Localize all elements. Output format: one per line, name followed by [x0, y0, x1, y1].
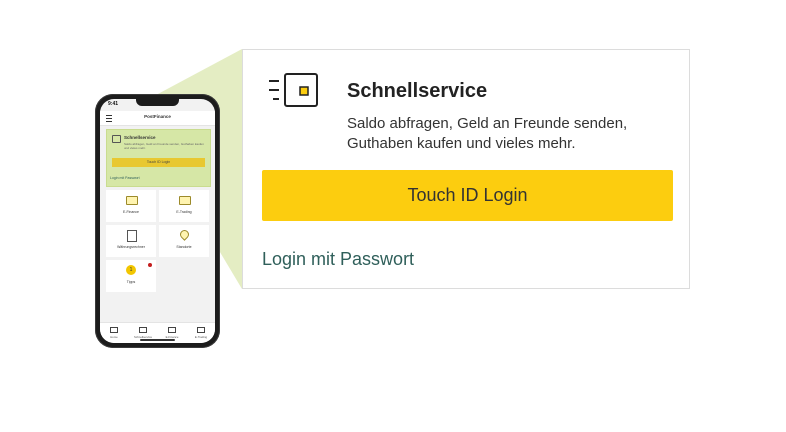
tile-tipps[interactable]: 1 Tipps — [106, 260, 156, 292]
app-title: PostFinance — [144, 114, 171, 119]
login-mit-passwort-link[interactable]: Login mit Passwort — [262, 249, 414, 270]
laptop-icon — [168, 327, 176, 333]
card-title: Schnellservice — [347, 80, 488, 102]
mini-password-link[interactable]: Login mit Passwort — [110, 176, 140, 180]
calculator-icon — [127, 230, 137, 242]
tab-bar: Home Schnellservice E-Finance E-Trading — [100, 322, 215, 343]
phone-mockup: 9:41 PostFinance Schnellservice Saldo ab… — [95, 94, 220, 348]
status-time: 9:41 — [108, 101, 119, 107]
tab-label: E-Trading — [194, 335, 208, 339]
tab-label: Home — [110, 335, 118, 339]
tab-home[interactable]: Home — [100, 327, 128, 339]
mini-card-text: Saldo abfragen, Geld an Freunde senden, … — [124, 142, 204, 150]
tile-label: E-Trading — [176, 210, 192, 214]
tile-e-trading[interactable]: E-Trading — [159, 190, 209, 222]
phone-screen: 9:41 PostFinance Schnellservice Saldo ab… — [100, 99, 215, 343]
card-subtitle: Saldo abfragen, Geld an Freunde senden, … — [347, 115, 628, 152]
schnellservice-card: Schnellservice Saldo abfragen, Geld an F… — [242, 49, 690, 289]
laptop-icon — [126, 196, 138, 205]
wallet-speed-icon — [269, 73, 318, 107]
tile-label: E-Finance — [123, 210, 139, 214]
wallet-icon — [139, 327, 147, 333]
tab-e-finance[interactable]: E-Finance — [158, 327, 186, 339]
tile-e-finance[interactable]: E-Finance — [106, 190, 156, 222]
tile-label: Standorte — [176, 245, 192, 249]
tab-schnellservice[interactable]: Schnellservice — [129, 327, 157, 339]
mini-card-title: Schnellservice — [124, 135, 156, 140]
home-icon — [110, 327, 118, 333]
tile-standorte[interactable]: Standorte — [159, 225, 209, 257]
tile-label: Währungsrechner — [117, 245, 145, 249]
touch-id-login-button[interactable]: Touch ID Login — [262, 170, 673, 221]
location-pin-icon — [178, 228, 191, 241]
chart-icon — [197, 327, 205, 333]
tips-badge-icon: 1 — [126, 265, 136, 275]
mini-wallet-icon — [112, 135, 121, 143]
tab-e-trading[interactable]: E-Trading — [187, 327, 215, 339]
chart-icon — [179, 196, 191, 205]
tile-label: Tipps — [126, 280, 136, 284]
app-header: PostFinance — [100, 111, 215, 126]
home-indicator — [140, 339, 175, 341]
tile-waehrungsrechner[interactable]: Währungsrechner — [106, 225, 156, 257]
phone-notch — [136, 99, 179, 106]
notification-dot — [148, 263, 152, 267]
mini-schnellservice-card: Schnellservice Saldo abfragen, Geld an F… — [106, 129, 211, 187]
mini-touch-id-button[interactable]: Touch ID Login — [112, 158, 205, 167]
